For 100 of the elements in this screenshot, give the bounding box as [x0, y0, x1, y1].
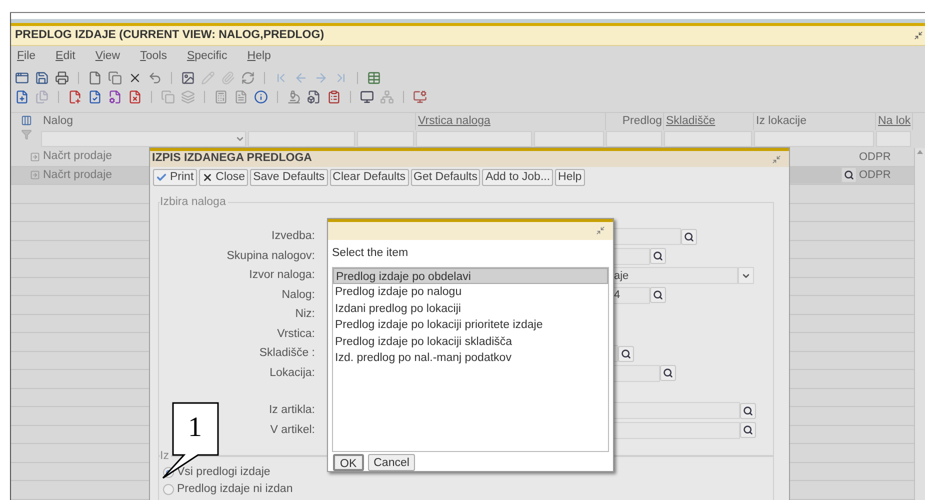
microscope-icon[interactable]	[287, 90, 301, 104]
monitor-icon[interactable]	[360, 90, 374, 104]
copy-icon[interactable]	[108, 70, 122, 84]
menu-item[interactable]: View	[95, 48, 120, 66]
field-label: Skupina nalogov:	[226, 248, 315, 264]
list-item[interactable]: Izdani predlog po lokaciji	[333, 300, 608, 318]
dialog-button[interactable]: Cancel	[368, 454, 416, 471]
dropdown-icon[interactable]	[235, 134, 245, 144]
search-button[interactable]	[660, 365, 676, 382]
info-icon[interactable]	[254, 90, 268, 104]
column-header[interactable]: Na lok	[878, 112, 911, 130]
filter-field[interactable]	[664, 131, 752, 147]
undo-icon[interactable]	[148, 70, 162, 84]
list-item[interactable]: Predlog izdaje po obdelavi	[333, 268, 608, 284]
column-header[interactable]: Skladišče	[666, 112, 716, 130]
next-icon[interactable]	[314, 70, 328, 84]
menu-item[interactable]: File	[17, 48, 36, 66]
document-icon[interactable]	[234, 90, 248, 104]
box-file-icon[interactable]	[307, 90, 321, 104]
search-button[interactable]	[650, 287, 666, 304]
paperclip-icon[interactable]	[221, 70, 235, 84]
search-button[interactable]	[618, 346, 634, 362]
list-item[interactable]: Predlog izdaje po lokaciji skladišča	[333, 334, 608, 350]
add-icon[interactable]	[15, 90, 29, 104]
radio-label[interactable]: Vsi predlogi izdaje	[177, 464, 270, 482]
toolbar-button[interactable]: Clear Defaults	[330, 169, 409, 186]
filter-field[interactable]	[41, 131, 246, 147]
dropdown-button[interactable]	[738, 267, 754, 284]
menu-item[interactable]: Edit	[56, 48, 76, 66]
duplicate-icon[interactable]	[161, 90, 175, 104]
toolbar-button[interactable]: Close	[198, 169, 248, 186]
search-button[interactable]	[740, 402, 756, 419]
search-button[interactable]	[681, 228, 697, 245]
network-icon[interactable]	[380, 90, 394, 104]
search-icon	[743, 425, 753, 436]
column-header[interactable]: Iz lokacije	[756, 112, 806, 130]
cog-file-icon[interactable]	[108, 90, 122, 104]
new-file-icon[interactable]	[88, 70, 102, 84]
field-label: Izvedba:	[272, 229, 315, 244]
menu-item[interactable]: Help	[247, 48, 271, 66]
filter-icon[interactable]	[20, 129, 32, 140]
toolbar-button[interactable]: Print	[153, 169, 197, 186]
filter-field[interactable]	[357, 131, 414, 147]
clipboard-icon[interactable]	[327, 90, 341, 104]
save-icon[interactable]	[35, 70, 49, 84]
list-item[interactable]: Izd. predlog po nal.-manj podatkov	[333, 350, 608, 367]
search-button[interactable]	[650, 248, 666, 264]
toolbar-button[interactable]: Help	[555, 169, 585, 186]
radio-button[interactable]	[163, 484, 174, 495]
search-icon	[621, 348, 631, 359]
previous-icon[interactable]	[294, 70, 308, 84]
scrollbar[interactable]	[914, 148, 925, 500]
filter-field[interactable]	[248, 131, 355, 147]
toolbar-button[interactable]: Get Defaults	[410, 169, 480, 186]
image-icon[interactable]	[181, 70, 195, 84]
check-file-icon[interactable]	[88, 90, 102, 104]
search-icon	[844, 170, 854, 180]
search-icon	[653, 251, 663, 262]
filter-field[interactable]	[534, 131, 604, 147]
dialog-button[interactable]: OK	[333, 454, 364, 471]
column-header[interactable]: Predlog	[622, 112, 662, 130]
restore-icon[interactable]	[596, 226, 605, 236]
monitor-settings-icon[interactable]	[413, 90, 427, 104]
list-item[interactable]: Predlog izdaje po lokaciji prioritete izdaje	[333, 317, 608, 334]
field-label: Skladišče :	[259, 346, 315, 362]
refresh-icon[interactable]	[241, 70, 255, 84]
restore-icon[interactable]	[772, 154, 781, 164]
columns-icon[interactable]	[20, 115, 32, 126]
filter-field[interactable]	[754, 131, 874, 147]
window-icon[interactable]	[15, 70, 29, 84]
filter-field[interactable]	[606, 131, 662, 147]
window-title: PREDLOG IZDAJE (CURRENT VIEW: NALOG,PREDLOG)	[15, 28, 324, 43]
toolbar-button[interactable]: Add to Job...	[482, 169, 554, 186]
filter-field[interactable]	[416, 131, 532, 147]
close-icon	[202, 172, 213, 183]
search-icon	[653, 290, 663, 300]
layers-icon[interactable]	[181, 90, 195, 104]
restore-icon[interactable]	[914, 31, 923, 40]
menu-item[interactable]: Tools	[140, 48, 167, 66]
remove-file-icon[interactable]	[128, 90, 142, 104]
field-label: Lokacija:	[270, 366, 315, 381]
column-header[interactable]: Nalog	[43, 112, 74, 130]
calculator-icon[interactable]	[214, 90, 228, 104]
item-list[interactable]: Predlog izdaje po obdelavi Predlog izdaje po nalogu Izdani predlog po lokaciji Predlog izdaje po lokaciji prioritete izdaje Predlog izdaje po lokaciji skladišča Izd. predlog po nal.-manj podatkov	[332, 266, 609, 452]
list-item[interactable]: Predlog izdaje po nalogu	[333, 284, 608, 301]
row-expand-icon[interactable]	[30, 152, 40, 162]
files-icon[interactable]	[35, 90, 49, 104]
search-button[interactable]	[740, 422, 756, 438]
radio-label[interactable]: Predlog izdaje ni izdan	[177, 480, 293, 498]
printer-icon[interactable]	[55, 70, 69, 84]
column-header[interactable]: Vrstica naloga	[418, 112, 490, 130]
table-cell-text: ODPR	[858, 150, 892, 164]
menu-item[interactable]: Specific	[186, 48, 228, 66]
toolbar-button[interactable]: Save Defaults	[250, 169, 328, 186]
field-label: Iz artikla:	[268, 403, 315, 418]
row-expand-icon[interactable]	[30, 170, 40, 180]
add-file-icon[interactable]	[68, 90, 82, 104]
search-button[interactable]	[841, 167, 857, 184]
filter-field[interactable]	[876, 131, 911, 147]
table-icon[interactable]	[367, 70, 381, 84]
